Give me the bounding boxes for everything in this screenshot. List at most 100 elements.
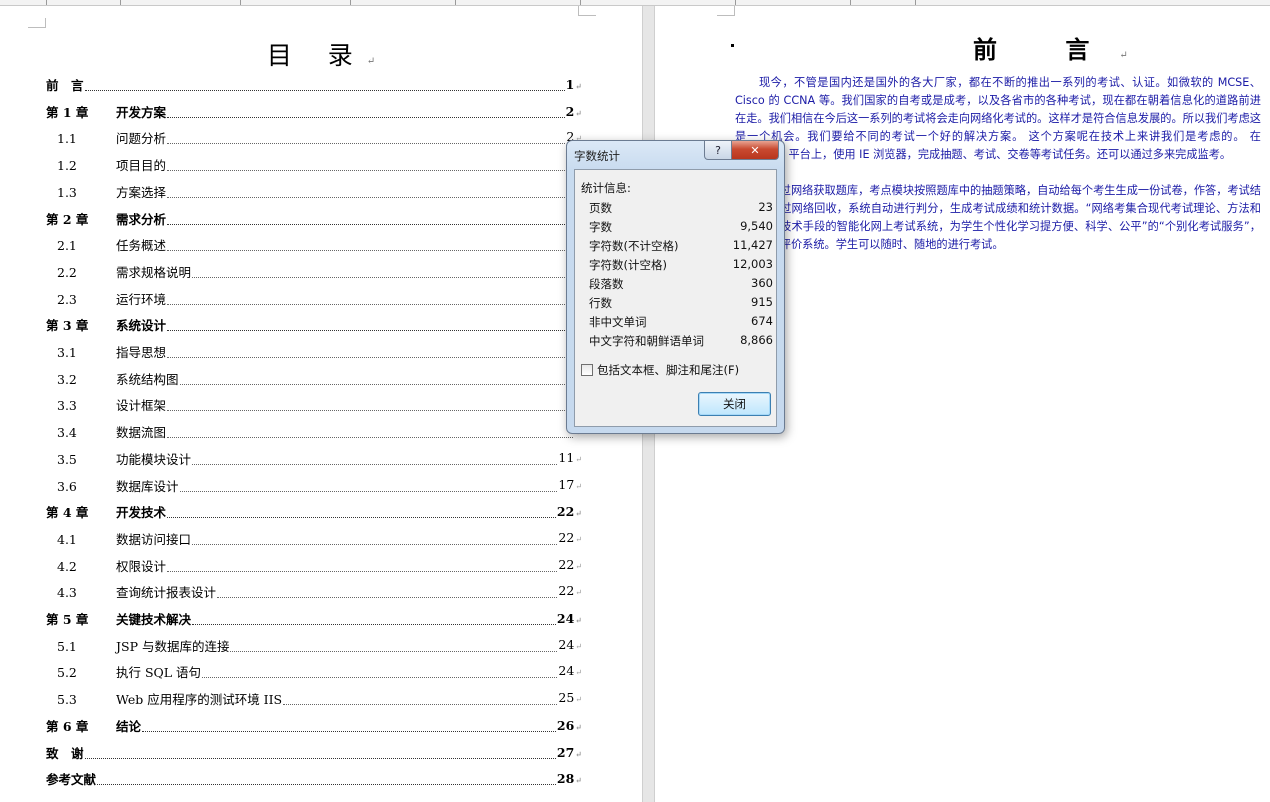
toc-entry[interactable]: 3.5 功能模块设计 11 <box>46 448 582 468</box>
toc-entry-text: 数据流图 <box>116 425 167 441</box>
checkbox-icon[interactable] <box>581 364 593 376</box>
toc-leader-dots <box>167 437 574 439</box>
toc-entry-text: 系统结构图 <box>116 371 179 387</box>
toc-entry-text: Web 应用程序的测试环境 IIS <box>116 692 283 708</box>
toc-leader-dots <box>84 90 565 91</box>
toc-entry-number: 3.2 <box>57 371 77 387</box>
toc-entry[interactable]: 2.2 需求规格说明 <box>46 261 582 281</box>
toc-entry[interactable]: 3.1 指导思想 <box>46 341 582 361</box>
stat-row: 行数 915 <box>589 295 773 314</box>
toc-entry[interactable]: 2.3 运行环境 <box>46 288 582 308</box>
toc-entry-number: 致 谢 <box>46 745 84 761</box>
toc-entry-text: 问题分析 <box>116 131 167 147</box>
paragraph-mark <box>731 44 734 47</box>
toc-leader-dots <box>202 677 558 679</box>
toc-entry-page: 22 <box>558 557 582 575</box>
stat-label: 页数 <box>589 201 612 215</box>
stat-value: 915 <box>751 295 773 309</box>
toc-entry-page: 27 <box>557 745 582 762</box>
toc-entry[interactable]: 第 5 章 关键技术解决 24 <box>46 608 582 628</box>
window-close-button[interactable]: ✕ <box>731 141 779 160</box>
toc-entry-number: 4.1 <box>57 531 77 547</box>
toc-leader-dots <box>167 143 566 145</box>
toc-entry[interactable]: 第 3 章 系统设计 <box>46 314 582 334</box>
close-button[interactable]: 关闭 <box>698 392 771 416</box>
toc-entry[interactable]: 1.2 项目目的 <box>46 154 582 174</box>
toc-entry[interactable]: 1.3 方案选择 <box>46 181 582 201</box>
toc-entry-text: 需求规格说明 <box>116 264 192 280</box>
preface-paragraph-2: 点模块通过网络获取题库，考点模块按照题库中的抽题策略，自动给每个考生生成一份试卷… <box>735 184 1261 251</box>
stat-value: 674 <box>751 314 773 328</box>
toc-leader-dots <box>167 250 574 252</box>
help-button[interactable]: ? <box>704 141 732 160</box>
toc-entry[interactable]: 2.1 任务概述 <box>46 234 582 254</box>
toc-entry[interactable]: 第 6 章 结论 26 <box>46 715 582 735</box>
toc-leader-dots <box>217 597 558 599</box>
dialog-title: 字数统计 <box>574 149 620 163</box>
toc-entry[interactable]: 1.1 问题分析 2 <box>46 127 582 147</box>
toc-entry-text: 任务概述 <box>116 238 167 254</box>
toc-entry[interactable]: 4.3 查询统计报表设计 22 <box>46 581 582 601</box>
stat-label: 段落数 <box>589 277 624 291</box>
crop-mark <box>717 6 735 16</box>
toc-leader-dots <box>167 223 574 225</box>
toc-entry-number: 2.2 <box>57 264 77 280</box>
toc-page[interactable]: 目 录↵ 前 言 1 第 1 章 开发方案 2 1.1 问题分析 2 1.2 项目目的 1.3 方案选… <box>0 6 642 802</box>
toc-leader-dots <box>192 624 556 625</box>
toc-leader-dots <box>84 757 556 759</box>
toc-leader-dots <box>167 116 565 118</box>
toc-leader-dots <box>167 357 574 358</box>
word-count-dialog[interactable]: 字数统计 ? ✕ 统计信息: 页数 23 字数 9,540 字符数(不计空格) 11,42… <box>566 140 785 434</box>
toc-entry-text: 指导思想 <box>116 345 167 360</box>
stat-label: 中文字符和朝鲜语单词 <box>589 334 704 348</box>
toc-entry[interactable]: 5.2 执行 SQL 语句 24 <box>46 661 582 681</box>
toc-entry-page: 24 <box>558 637 582 655</box>
stat-value: 8,866 <box>740 333 773 347</box>
toc-entry[interactable]: 3.4 数据流图 <box>46 421 582 441</box>
stat-value: 11,427 <box>732 238 773 252</box>
toc-leader-dots <box>167 170 574 172</box>
toc-entry[interactable]: 5.3 Web 应用程序的测试环境 IIS 25 <box>46 688 582 708</box>
preface-title: 前 言↵ <box>973 35 1128 64</box>
toc-entry-number: 2.3 <box>57 291 77 307</box>
toc-entry[interactable]: 4.1 数据访问接口 22 <box>46 528 582 548</box>
toc-entry-number: 前 言 <box>46 78 84 93</box>
toc-entry[interactable]: 3.6 数据库设计 17 <box>46 475 582 495</box>
toc-entry[interactable]: 第 4 章 开发技术 22 <box>46 501 582 521</box>
toc-entry-number: 1.2 <box>57 158 77 174</box>
toc-entry-text: 数据库设计 <box>116 478 179 494</box>
checkbox-label: 包括文本框、脚注和尾注(F) <box>597 363 740 377</box>
toc-entry-page: 28 <box>557 771 582 788</box>
stat-label: 字数 <box>589 220 612 234</box>
stat-label: 字符数(计空格) <box>589 258 667 272</box>
toc-entry-number: 3.3 <box>57 398 77 414</box>
toc-leader-dots <box>142 730 556 732</box>
stat-row: 字符数(计空格) 12,003 <box>589 257 773 276</box>
toc-entry-number: 2.1 <box>57 238 77 254</box>
toc-entry-text: 执行 SQL 语句 <box>116 665 202 681</box>
toc-leader-dots <box>167 196 574 198</box>
toc-entry[interactable]: 前 言 1 <box>46 74 582 94</box>
toc-leader-dots <box>179 383 574 385</box>
preface-paragraph-1: 现今，不管是国内还是国外的各大厂家，都在不断的推出一系列的考试、认证。如微软的 … <box>735 76 1261 161</box>
toc-leader-dots <box>167 410 574 412</box>
toc-entry-page: 11 <box>558 450 582 468</box>
toc-entry[interactable]: 3.3 设计框架 <box>46 394 582 414</box>
toc-entry-text: 开发技术 <box>116 505 167 521</box>
toc-entry[interactable]: 3.2 系统结构图 <box>46 368 582 388</box>
toc-entry-page: 17 <box>558 477 582 495</box>
toc-entry[interactable]: 4.2 权限设计 22 <box>46 555 582 575</box>
toc-entry[interactable]: 参考文献 28 <box>46 768 582 788</box>
toc-entry-page: 25 <box>558 690 582 708</box>
toc-entry[interactable]: 第 2 章 需求分析 <box>46 208 582 228</box>
toc-entry[interactable]: 致 谢 27 <box>46 742 582 762</box>
toc-entry-text: 方案选择 <box>116 184 167 200</box>
toc-entry[interactable]: 5.1 JSP 与数据库的连接 24 <box>46 635 582 655</box>
include-textboxes-checkbox[interactable]: 包括文本框、脚注和尾注(F) <box>581 362 739 378</box>
toc-entry-number: 第 1 章 <box>46 104 89 120</box>
toc-entry[interactable]: 第 1 章 开发方案 2 <box>46 101 582 121</box>
toc-entry-number: 第 2 章 <box>46 211 89 227</box>
toc-leader-dots <box>97 784 556 786</box>
stat-value: 23 <box>758 200 773 214</box>
stat-label: 行数 <box>589 296 612 310</box>
